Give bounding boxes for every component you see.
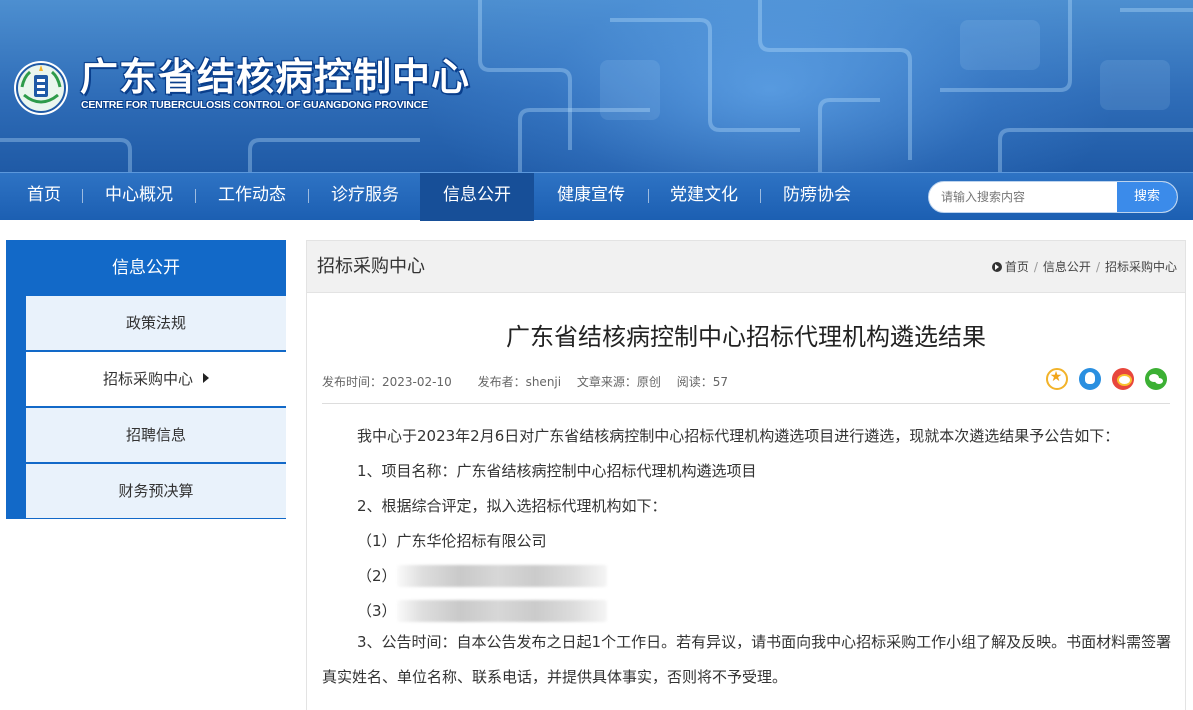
nav-separator (82, 189, 83, 203)
sidebar-item-recruitment[interactable]: 招聘信息 (26, 408, 286, 462)
nav-item-health-education[interactable]: 健康宣传 (544, 173, 638, 221)
main-nav: 首页 中心概况 工作动态 诊疗服务 信息公开 健康宣传 党建文化 防痨协会 搜索 (0, 172, 1193, 221)
sidebar: 信息公开 政策法规 招标采购中心 招聘信息 财务预决算 (6, 240, 286, 519)
nav-item-party-culture[interactable]: 党建文化 (658, 173, 750, 221)
breadcrumb-procurement[interactable]: 招标采购中心 (1105, 260, 1177, 274)
breadcrumb-info-disclosure[interactable]: 信息公开 (1043, 260, 1091, 274)
nav-separator (760, 189, 761, 203)
article-meta: 发布时间：2023-02-10 发布者：shenji 文章来源：原创 阅读：57 (322, 373, 750, 390)
qq-icon[interactable] (1078, 368, 1101, 390)
nav-separator (308, 189, 309, 203)
breadcrumb-separator: / (1095, 260, 1100, 274)
paragraph: 2、根据综合评定，拟入选招标代理机构如下： (357, 497, 667, 515)
breadcrumb-home[interactable]: 首页 (1005, 260, 1029, 274)
share-bar (1040, 368, 1167, 392)
nav-item-tb-association[interactable]: 防痨协会 (771, 173, 863, 221)
paragraph: 3、公告时间：自本公告发布之日起1个工作日。若有异议，请书面向我中心招标采购工作… (322, 633, 1172, 686)
nav-separator (648, 189, 649, 203)
redacted-text (396, 565, 607, 587)
main-content: 招标采购中心 首页 / 信息公开 / 招标采购中心 广东省结核病控制中心招标代理机构遴选… (306, 240, 1186, 710)
sidebar-item-policies[interactable]: 政策法规 (26, 296, 286, 350)
view-count: 阅读：57 (676, 375, 729, 389)
nav-item-services[interactable]: 诊疗服务 (319, 173, 411, 221)
section-header: 招标采购中心 首页 / 信息公开 / 招标采购中心 (307, 241, 1185, 293)
org-name-cn: 广东省结核病控制中心 (80, 55, 471, 99)
paragraph: 1、项目名称：广东省结核病控制中心招标代理机构遴选项目 (357, 462, 757, 480)
sidebar-item-label: 政策法规 (125, 314, 186, 332)
paragraph: 我中心于2023年2月6日对广东省结核病控制中心招标代理机构遴选项目进行遴选，现… (357, 427, 1120, 445)
paragraph: （2） (357, 564, 607, 588)
divider (322, 403, 1170, 404)
weibo-icon[interactable] (1111, 368, 1134, 390)
article-source: 文章来源：原创 (576, 375, 661, 389)
article-title: 广东省结核病控制中心招标代理机构遴选结果 (506, 323, 986, 351)
sidebar-item-budget[interactable]: 财务预决算 (26, 464, 286, 518)
search-input[interactable] (929, 182, 1117, 212)
paragraph: （3） (357, 599, 607, 623)
search-button[interactable]: 搜索 (1117, 182, 1177, 212)
sidebar-item-procurement[interactable]: 招标采购中心 (26, 352, 286, 406)
tb-centre-emblem-icon (14, 61, 68, 115)
caret-right-icon (203, 373, 209, 383)
nav-item-about[interactable]: 中心概况 (93, 173, 185, 221)
item-prefix: （3） (357, 602, 397, 620)
nav-separator (195, 189, 196, 203)
org-name-en: CENTRE FOR TUBERCULOSIS CONTROL OF GUANG… (81, 99, 428, 111)
nav-item-news[interactable]: 工作动态 (206, 173, 298, 221)
home-icon (991, 262, 1002, 272)
sidebar-title: 信息公开 (112, 258, 180, 278)
breadcrumb: 首页 / 信息公开 / 招标采购中心 (991, 241, 1177, 293)
publish-time: 发布时间：2023-02-10 (322, 375, 452, 389)
sidebar-item-label: 财务预决算 (118, 482, 194, 500)
paragraph: （1）广东华伦招标有限公司 (357, 532, 547, 550)
item-prefix: （2） (357, 567, 397, 585)
search-box: 搜索 (928, 181, 1178, 213)
sidebar-item-label: 招聘信息 (125, 426, 186, 444)
nav-item-home[interactable]: 首页 (12, 173, 76, 221)
publisher: 发布者：shenji (477, 375, 562, 389)
favorite-star-icon[interactable] (1045, 368, 1068, 390)
nav-item-info-disclosure[interactable]: 信息公开 (420, 173, 534, 221)
wechat-icon[interactable] (1145, 368, 1167, 390)
section-title: 招标采购中心 (317, 256, 425, 277)
redacted-text (396, 600, 607, 622)
breadcrumb-separator: / (1033, 260, 1038, 274)
header-banner: 广东省结核病控制中心 CENTRE FOR TUBERCULOSIS CONTR… (0, 0, 1193, 172)
sidebar-item-label: 招标采购中心 (102, 370, 193, 388)
